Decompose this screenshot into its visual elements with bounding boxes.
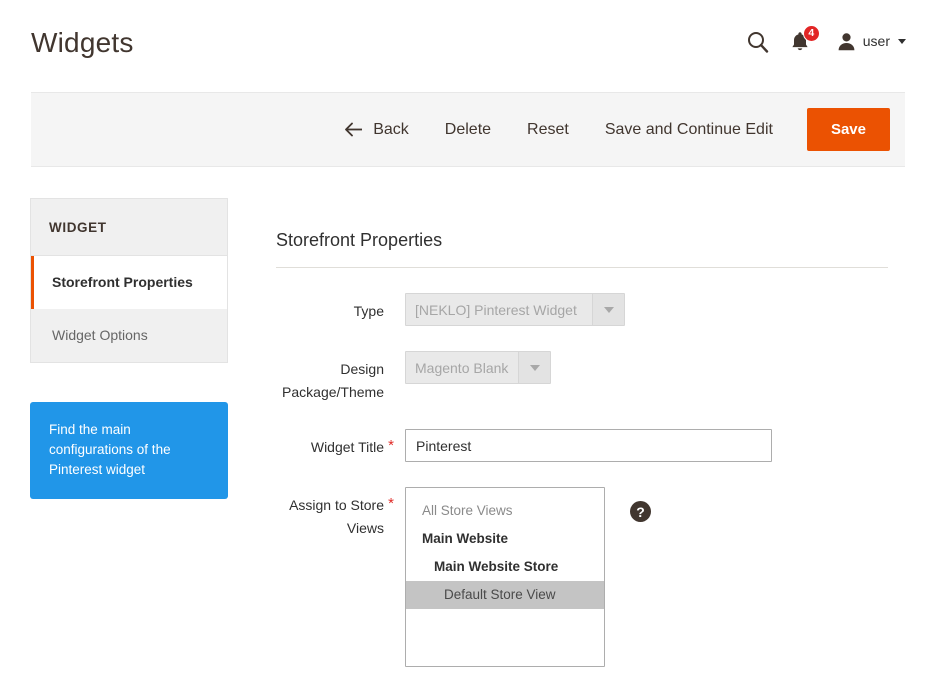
section-title: Storefront Properties: [276, 167, 888, 268]
store-view-option-main-website-store[interactable]: Main Website Store: [406, 553, 604, 581]
page-title: Widgets: [31, 27, 134, 58]
assign-to-store-views-label: Assign to Store Views: [289, 497, 384, 536]
storefront-properties-form: Storefront Properties Type [NEKLO] Pinte…: [276, 167, 888, 667]
widget-title-control: [405, 429, 772, 462]
widget-nav-heading: WIDGET: [31, 199, 227, 256]
widget-title-input[interactable]: [405, 429, 772, 462]
reset-button[interactable]: Reset: [509, 114, 587, 146]
page-actions-toolbar: Back Delete Reset Save and Continue Edit…: [31, 92, 905, 167]
sidebar-item-label: Widget Options: [52, 327, 148, 343]
type-label: Type: [353, 303, 384, 319]
sidebar-item-storefront-properties[interactable]: Storefront Properties: [31, 256, 227, 309]
type-control: [NEKLO] Pinterest Widget: [405, 293, 625, 326]
user-avatar-icon: [838, 32, 855, 50]
page-body: WIDGET Storefront Properties Widget Opti…: [0, 167, 940, 680]
arrow-left-icon: [345, 122, 363, 137]
store-view-option-main-website[interactable]: Main Website: [406, 525, 604, 553]
save-button[interactable]: Save: [806, 108, 890, 151]
notification-count-badge: 4: [802, 25, 820, 42]
save-and-continue-edit-button[interactable]: Save and Continue Edit: [587, 114, 791, 146]
type-select: [NEKLO] Pinterest Widget: [405, 293, 625, 326]
design-package-theme-control: Magento Blank: [405, 351, 551, 384]
chevron-down-icon: [592, 294, 624, 325]
store-views-required-marker: *: [388, 495, 394, 512]
widget-sidebar: WIDGET Storefront Properties Widget Opti…: [30, 198, 228, 499]
back-button-label: Back: [373, 120, 409, 138]
widget-title-label: Widget Title: [310, 439, 384, 455]
page-header: Widgets 4 user: [0, 0, 940, 92]
notifications-button[interactable]: 4: [790, 25, 820, 54]
design-package-theme-select: Magento Blank: [405, 351, 551, 384]
store-view-option-all-store-views[interactable]: All Store Views: [406, 497, 604, 525]
back-button[interactable]: Back: [338, 114, 427, 146]
question-mark-icon[interactable]: ?: [630, 501, 651, 522]
store-views-control: All Store Views Main Website Main Websit…: [405, 487, 651, 667]
search-icon[interactable]: [746, 30, 769, 53]
chevron-down-icon: [518, 352, 550, 383]
type-select-value: [NEKLO] Pinterest Widget: [415, 301, 577, 318]
store-view-option-default-store-view[interactable]: Default Store View: [406, 581, 604, 609]
field-row-type: Type [NEKLO] Pinterest Widget: [276, 293, 888, 326]
field-row-assign-to-store-views: Assign to Store Views * All Store Views …: [276, 487, 888, 667]
chevron-down-icon: [898, 38, 906, 44]
field-row-widget-title: Widget Title *: [276, 429, 888, 462]
widget-nav: WIDGET Storefront Properties Widget Opti…: [30, 198, 228, 363]
sidebar-item-widget-options[interactable]: Widget Options: [31, 309, 227, 362]
design-package-theme-select-value: Magento Blank: [415, 359, 509, 376]
user-menu[interactable]: user: [837, 32, 906, 51]
field-row-design-package-theme: Design Package/Theme Magento Blank: [276, 351, 888, 404]
header-actions: 4 user: [746, 25, 906, 54]
widget-title-required-marker: *: [388, 437, 394, 454]
user-menu-label: user: [862, 33, 890, 49]
delete-button[interactable]: Delete: [427, 114, 509, 146]
sidebar-item-label: Storefront Properties: [52, 274, 193, 290]
design-package-theme-label: Design Package/Theme: [282, 361, 384, 400]
hint-callout: Find the main configurations of the Pint…: [30, 402, 228, 499]
store-views-multiselect[interactable]: All Store Views Main Website Main Websit…: [405, 487, 605, 667]
